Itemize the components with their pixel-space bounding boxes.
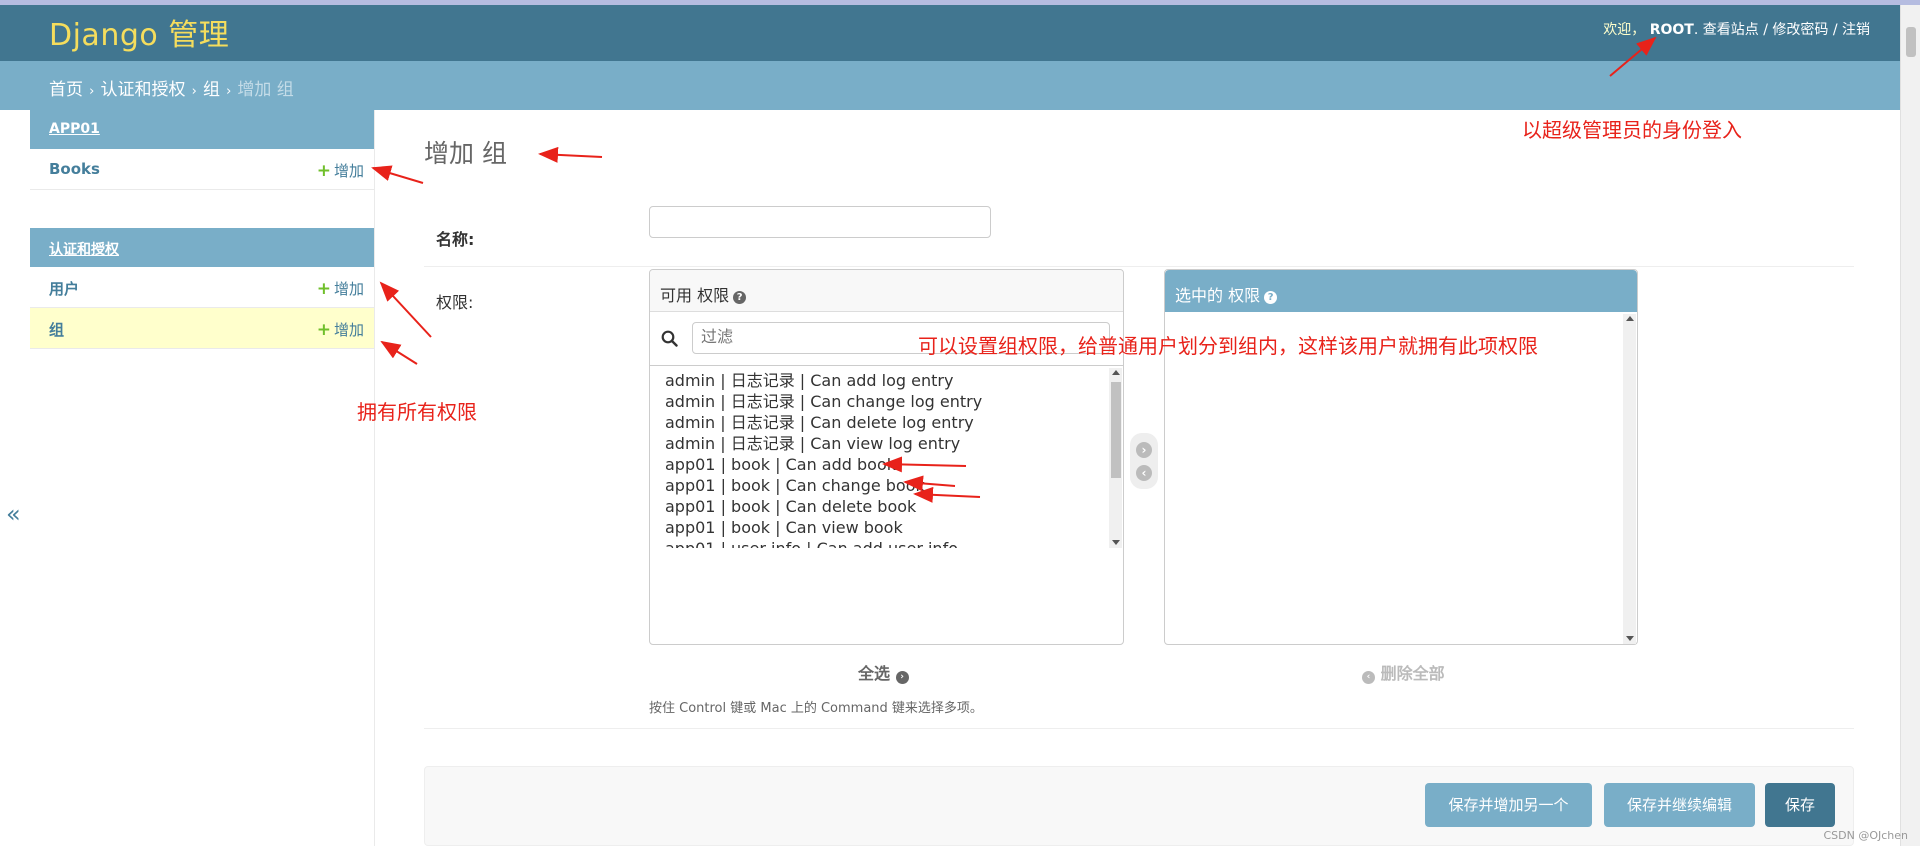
- annotation-login: 以超级管理员的身份登入: [1522, 118, 1742, 142]
- remove-selected-icon[interactable]: ‹: [1136, 465, 1152, 481]
- annotation-group-permissions: 可以设置组权限，给普通用户划分到组内，这样该用户就拥有此项权限: [918, 334, 1538, 358]
- permission-option[interactable]: app01 | book | Can add book: [665, 454, 1095, 475]
- welcome-text: 欢迎，: [1603, 22, 1646, 38]
- permission-option[interactable]: app01 | book | Can change book: [665, 475, 1095, 496]
- save-and-continue-button[interactable]: 保存并继续编辑: [1604, 783, 1755, 827]
- help-icon[interactable]: ?: [1264, 291, 1278, 304]
- help-icon[interactable]: ?: [733, 291, 747, 304]
- module-caption-auth[interactable]: 认证和授权: [30, 228, 374, 267]
- chosen-list-scrollbar[interactable]: [1623, 314, 1636, 644]
- help-text: 按住 Control 键或 Mac 上的 Command 键来选择多项。: [649, 701, 983, 716]
- breadcrumb-groups[interactable]: 组: [203, 80, 220, 100]
- save-and-add-another-button[interactable]: 保存并增加另一个: [1425, 783, 1592, 827]
- permission-option[interactable]: admin | 日志记录 | Can change log entry: [665, 391, 1095, 412]
- plus-icon: +: [316, 279, 331, 299]
- remove-all-label: 删除全部: [1380, 664, 1445, 683]
- view-site-link[interactable]: 查看站点: [1703, 22, 1759, 38]
- module-caption-app01[interactable]: APP01: [30, 110, 374, 149]
- available-title-text: 可用 权限: [660, 286, 730, 305]
- name-field[interactable]: [649, 206, 991, 238]
- permission-option[interactable]: app01 | book | Can delete book: [665, 496, 1095, 517]
- chooser-buttons: › ‹: [1130, 433, 1158, 489]
- choose-all-button[interactable]: 全选 ›: [858, 660, 909, 684]
- toggle-sidebar-button[interactable]: «: [6, 500, 21, 528]
- sidebar-item-groups-link[interactable]: 组: [49, 319, 64, 340]
- permission-option[interactable]: admin | 日志记录 | Can delete log entry: [665, 412, 1095, 433]
- list-scrollbar[interactable]: [1109, 368, 1122, 548]
- sidebar-item-books: Books + 增加: [30, 149, 374, 190]
- remove-all-button[interactable]: ‹ 删除全部: [1362, 660, 1445, 684]
- name-form-row: 名称:: [424, 194, 1854, 267]
- watermark: CSDN @OJchen: [1823, 829, 1908, 842]
- add-group-link[interactable]: + 增加: [317, 319, 364, 340]
- permission-option[interactable]: admin | 日志记录 | Can view log entry: [665, 433, 1095, 454]
- name-label: 名称:: [436, 230, 475, 249]
- save-button[interactable]: 保存: [1765, 783, 1835, 827]
- breadcrumb-auth[interactable]: 认证和授权: [100, 80, 185, 100]
- permission-option[interactable]: app01 | book | Can view book: [665, 517, 1095, 538]
- username: ROOT: [1649, 22, 1694, 38]
- breadcrumb-home[interactable]: 首页: [49, 80, 83, 100]
- page-scrollbar[interactable]: [1900, 5, 1920, 846]
- permissions-label: 权限:: [436, 293, 474, 312]
- plus-icon: +: [316, 320, 331, 340]
- add-label: 增加: [333, 280, 364, 298]
- sidebar-item-groups: 组 + 增加: [30, 308, 374, 349]
- module-app01: APP01 Books + 增加: [30, 110, 374, 190]
- chosen-title: 选中的 权限?: [1165, 270, 1637, 312]
- available-permissions-list[interactable]: admin | 日志记录 | Can add log entry admin | …: [650, 368, 1110, 548]
- sidebar-item-books-link[interactable]: Books: [49, 160, 100, 178]
- plus-icon: +: [316, 161, 331, 181]
- available-permissions-box: 可用 权限? admin | 日志记录 | Can add log entrya…: [649, 269, 1124, 645]
- add-selected-icon[interactable]: ›: [1136, 442, 1152, 458]
- chosen-title-text: 选中的 权限: [1175, 286, 1261, 305]
- nav-sidebar: APP01 Books + 增加 认证和授权 用户 + 增加 组 + 增加: [30, 110, 375, 846]
- header: Django 管理 欢迎， ROOT. 查看站点 / 修改密码 / 注销: [0, 5, 1900, 61]
- chosen-permissions-list[interactable]: [1165, 312, 1625, 644]
- available-title: 可用 权限?: [650, 270, 1123, 312]
- chosen-permissions-box: 选中的 权限?: [1164, 269, 1638, 645]
- module-auth: 认证和授权 用户 + 增加 组 + 增加: [30, 228, 374, 349]
- chevron-right-icon: ›: [895, 671, 909, 684]
- change-password-link[interactable]: 修改密码: [1772, 22, 1828, 38]
- submit-row: 保存并增加另一个 保存并继续编辑 保存: [424, 766, 1854, 846]
- chevron-left-icon: ‹: [1362, 671, 1375, 684]
- breadcrumb: 首页 › 认证和授权 › 组 › 增加 组: [0, 61, 1900, 110]
- page-title: 增加 组: [424, 139, 507, 168]
- logout-link[interactable]: 注销: [1842, 22, 1870, 38]
- sidebar-item-users-link[interactable]: 用户: [49, 278, 79, 299]
- add-user-link[interactable]: + 增加: [317, 278, 364, 299]
- breadcrumb-current: 增加 组: [237, 80, 294, 100]
- search-icon: [661, 330, 678, 347]
- permission-option[interactable]: admin | 日志记录 | Can add log entry: [665, 370, 1095, 391]
- choose-all-label: 全选: [858, 664, 891, 683]
- add-label: 增加: [333, 162, 364, 180]
- add-books-link[interactable]: + 增加: [317, 160, 364, 181]
- add-label: 增加: [333, 321, 364, 339]
- permission-option[interactable]: app01 | user info | Can add user info: [665, 538, 1095, 548]
- site-brand[interactable]: Django 管理: [49, 10, 229, 54]
- annotation-all-permissions: 拥有所有权限: [357, 400, 477, 424]
- sidebar-item-users: 用户 + 增加: [30, 267, 374, 308]
- user-tools: 欢迎， ROOT. 查看站点 / 修改密码 / 注销: [1603, 22, 1870, 38]
